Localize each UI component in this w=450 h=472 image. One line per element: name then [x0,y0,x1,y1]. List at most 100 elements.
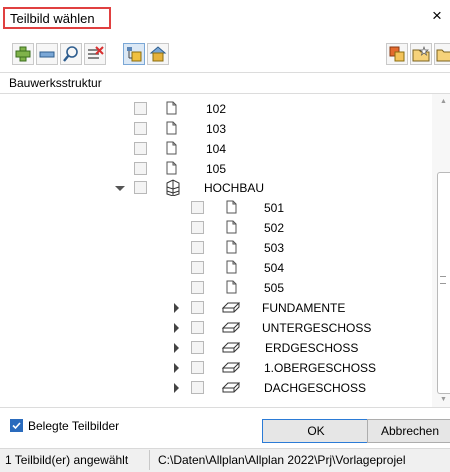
tree-item-105[interactable]: 105 [0,159,431,179]
checkbox[interactable] [134,181,147,194]
clear-selection-button[interactable] [84,43,106,65]
house-structure-button[interactable] [147,43,169,65]
status-selected-count: 1 Teilbild(er) angewählt [5,453,129,467]
house-structure-icon [149,46,167,62]
tree-item-erdgeschoss[interactable]: ERDGESCHOSS [0,338,431,358]
tree-item-501[interactable]: 501 [0,198,431,218]
checkmark-icon [12,422,21,430]
tree-item-label: 104 [206,142,227,156]
expand-arrow-icon[interactable] [174,363,179,373]
clear-selection-icon [88,46,104,59]
scroll-up-arrow-icon[interactable]: ▲ [440,98,447,105]
tree-item-label: 1.OBERGESCHOSS [264,361,377,375]
status-divider [149,450,150,470]
checkbox[interactable] [134,122,147,135]
checkbox[interactable] [191,381,204,394]
close-button[interactable]: × [428,6,446,26]
dialog-title: Teilbild wählen [10,11,95,26]
expand-arrow-icon[interactable] [174,383,179,393]
expand-arrow-icon[interactable] [174,303,179,313]
tree-item-103[interactable]: 103 [0,119,431,139]
tree-item-label: ERDGESCHOSS [265,341,359,355]
tree-item-label: 504 [264,261,285,275]
structure-tree[interactable]: 102 103 104 105 HOCHBAU 501 502 503 504 … [0,94,431,407]
tree-item-label: 102 [206,102,227,116]
drawing-file-icon [166,101,177,118]
remove-button[interactable] [36,43,58,65]
checkbox[interactable] [191,281,204,294]
tree-item-503[interactable]: 503 [0,238,431,258]
checkbox[interactable] [191,201,204,214]
folder-star-button[interactable] [410,43,432,65]
drawing-file-icon [226,240,237,257]
tree-item-dachgeschoss[interactable]: DACHGESCHOSS [0,378,431,398]
drawing-file-icon [226,220,237,237]
checkbox[interactable] [134,142,147,155]
tree-item-hochbau[interactable]: HOCHBAU [0,178,431,198]
export-button[interactable] [434,43,450,65]
tree-item-label: 505 [264,281,285,295]
copy-icon [389,46,405,62]
tree-item-505[interactable]: 505 [0,278,431,298]
checkbox[interactable] [191,361,204,374]
checkbox[interactable] [134,162,147,175]
remove-icon [39,51,55,58]
tree-item-102[interactable]: 102 [0,99,431,119]
structure-header: Bauwerksstruktur [0,72,450,94]
tree-item-502[interactable]: 502 [0,218,431,238]
tree-item-label: 503 [264,241,285,255]
drawing-file-icon [166,161,177,178]
checkbox[interactable] [191,261,204,274]
copy-button[interactable] [386,43,408,65]
tree-item-label: 103 [206,122,227,136]
drawing-file-icon [166,121,177,138]
drawing-file-icon [226,200,237,217]
expand-arrow-icon[interactable] [174,323,179,333]
tree-item-label: 501 [264,201,285,215]
structure-header-label: Bauwerksstruktur [9,76,102,90]
cancel-button[interactable]: Abbrechen [367,419,450,443]
folder-star-icon [412,45,430,62]
checkbox[interactable] [191,321,204,334]
belegte-teilbilder-checkbox[interactable] [10,419,23,432]
floor-slab-icon [221,361,241,377]
search-icon [63,46,78,62]
tree-item-label: FUNDAMENTE [262,301,346,315]
scroll-down-arrow-icon[interactable]: ▼ [440,396,447,403]
search-button[interactable] [60,43,82,65]
building-icon [164,179,180,199]
checkbox[interactable] [191,341,204,354]
tree-item-504[interactable]: 504 [0,258,431,278]
tree-item-untergeschoss[interactable]: UNTERGESCHOSS [0,318,431,338]
structure-view-icon [127,47,142,62]
tree-item-label: DACHGESCHOSS [264,381,367,395]
checkbox[interactable] [191,221,204,234]
floor-slab-icon [221,341,241,357]
add-icon [15,46,31,62]
add-button[interactable] [12,43,34,65]
tree-item-fundamente[interactable]: FUNDAMENTE [0,298,431,318]
structure-view-button[interactable] [123,43,145,65]
tree-item-1-obergeschoss[interactable]: 1.OBERGESCHOSS [0,358,431,378]
floor-slab-icon [221,381,241,397]
expand-arrow-icon[interactable] [174,343,179,353]
status-path: C:\Daten\Allplan\Allplan 2022\Prj\Vorlag… [158,453,406,467]
checkbox[interactable] [191,241,204,254]
ok-button[interactable]: OK [262,419,370,443]
belegte-teilbilder-label: Belegte Teilbilder [28,419,120,433]
drawing-file-icon [226,260,237,277]
checkbox[interactable] [191,301,204,314]
tree-item-label: HOCHBAU [204,181,265,195]
tree-item-104[interactable]: 104 [0,139,431,159]
tree-item-label: 502 [264,221,285,235]
floor-slab-icon [221,301,241,317]
tree-item-label: UNTERGESCHOSS [262,321,372,335]
tree-item-label: 105 [206,162,227,176]
grip-icon[interactable] [440,276,446,284]
collapse-arrow-icon[interactable] [115,186,125,191]
drawing-file-icon [166,141,177,158]
export-icon [436,49,450,62]
drawing-file-icon [226,280,237,297]
checkbox[interactable] [134,102,147,115]
divider [0,407,450,408]
